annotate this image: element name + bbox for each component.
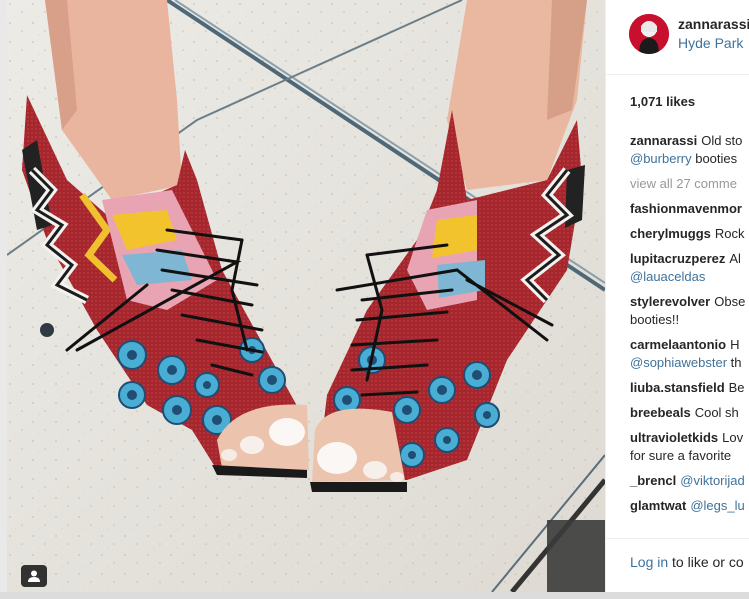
- avatar[interactable]: [629, 14, 669, 54]
- list-item: carmelaantonio H @sophiawebster th: [630, 336, 749, 372]
- comment-text-line2: for sure a favorite: [630, 448, 732, 463]
- post-sidebar: zannarassi Hyde Park 1,071 likes zannara…: [605, 0, 749, 592]
- bottom-edge: [0, 592, 749, 599]
- comment-mention[interactable]: @sophiawebster: [630, 355, 727, 370]
- comment-mention[interactable]: @legs_lu: [690, 498, 744, 513]
- comment-mention[interactable]: @lauaceldas: [630, 269, 705, 284]
- login-link[interactable]: Log in: [630, 554, 668, 570]
- comment-text: Rock: [714, 226, 745, 241]
- avatar-image: [629, 14, 669, 54]
- comments-list: zannarassi Old sto @burberry booties view…: [630, 132, 749, 522]
- list-item: cherylmuggs Rock: [630, 225, 749, 243]
- comment-author[interactable]: glamtwat: [630, 498, 686, 513]
- list-item: _brencl @viktorijad: [630, 472, 749, 490]
- caption: zannarassi Old sto @burberry booties: [630, 132, 749, 168]
- comment-author[interactable]: fashionmavenmor: [630, 201, 742, 216]
- list-item: ultravioletkids Lov for sure a favorite: [630, 429, 749, 465]
- comment-text: Al: [729, 251, 741, 266]
- comment-text: H: [730, 337, 740, 352]
- list-item: breebeals Cool sh: [630, 404, 749, 422]
- list-item: glamtwat @legs_lu: [630, 497, 749, 515]
- comment-text-rest: booties: [691, 151, 738, 166]
- list-item: liuba.stansfield Be: [630, 379, 749, 397]
- post-footer: Log in to like or co: [606, 538, 749, 592]
- comment-text: Cool sh: [694, 405, 739, 420]
- user-tag-button[interactable]: [21, 565, 47, 587]
- comment-mention[interactable]: @burberry: [630, 151, 692, 166]
- username-link[interactable]: zannarassi: [678, 16, 749, 32]
- comment-author[interactable]: breebeals: [630, 405, 691, 420]
- comment-author[interactable]: carmelaantonio: [630, 337, 726, 352]
- left-edge: [0, 0, 7, 599]
- comment-author[interactable]: _brencl: [630, 473, 676, 488]
- comment-author[interactable]: stylerevolver: [630, 294, 710, 309]
- comment-text: Obse: [714, 294, 746, 309]
- comment-text-line2: booties!!: [630, 312, 680, 327]
- login-prompt-text: to like or co: [668, 554, 744, 570]
- comment-author[interactable]: lupitacruzperez: [630, 251, 725, 266]
- post-header: zannarassi Hyde Park: [606, 0, 749, 75]
- location-link[interactable]: Hyde Park: [678, 35, 743, 51]
- comment-author[interactable]: liuba.stansfield: [630, 380, 725, 395]
- comment-text: Old sto: [701, 133, 743, 148]
- login-prompt: Log in to like or co: [630, 554, 744, 570]
- list-item: fashionmavenmor: [630, 200, 749, 218]
- view-all-comments-link[interactable]: view all 27 comme: [630, 175, 749, 193]
- person-tag-icon: [28, 570, 40, 582]
- comment-mention[interactable]: @viktorijad: [680, 473, 745, 488]
- comment-author[interactable]: cherylmuggs: [630, 226, 711, 241]
- list-item: stylerevolver Obse booties!!: [630, 293, 749, 329]
- comments-fade: [606, 520, 749, 538]
- comment-author[interactable]: zannarassi: [630, 133, 697, 148]
- photo-image: [7, 0, 605, 592]
- comment-text-rest: th: [727, 355, 742, 370]
- post-photo[interactable]: [7, 0, 605, 592]
- comment-text: Lov: [722, 430, 744, 445]
- comment-text: Be: [728, 380, 745, 395]
- comment-author[interactable]: ultravioletkids: [630, 430, 718, 445]
- list-item: lupitacruzperez Al @lauaceldas: [630, 250, 749, 286]
- likes-count[interactable]: 1,071 likes: [630, 94, 695, 109]
